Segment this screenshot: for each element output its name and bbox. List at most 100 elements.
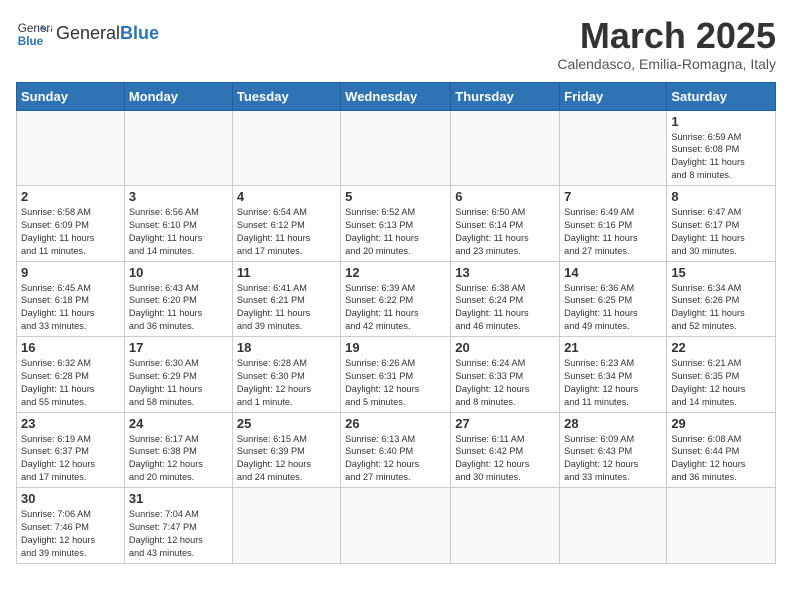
day-info: Sunrise: 6:43 AM Sunset: 6:20 PM Dayligh… xyxy=(129,282,228,334)
day-number: 9 xyxy=(21,265,120,280)
calendar-cell xyxy=(232,488,340,564)
day-info: Sunrise: 6:49 AM Sunset: 6:16 PM Dayligh… xyxy=(564,206,662,258)
calendar-cell: 8 Sunrise: 6:47 AM Sunset: 6:17 PM Daylig… xyxy=(667,186,776,262)
calendar-cell: 16 Sunrise: 6:32 AM Sunset: 6:28 PM Dayli… xyxy=(17,337,125,413)
day-info: Sunrise: 6:56 AM Sunset: 6:10 PM Dayligh… xyxy=(129,206,228,258)
calendar-cell: 28Sunrise: 6:09 AM Sunset: 6:43 PM Dayli… xyxy=(560,412,667,488)
day-info: Sunrise: 6:58 AM Sunset: 6:09 PM Dayligh… xyxy=(21,206,120,258)
day-info: Sunrise: 6:34 AM Sunset: 6:26 PM Dayligh… xyxy=(671,282,771,334)
day-info: Sunrise: 6:13 AM Sunset: 6:40 PM Dayligh… xyxy=(345,433,446,485)
weekday-header-wednesday: Wednesday xyxy=(341,82,451,110)
day-number: 16 xyxy=(21,340,120,355)
calendar-cell: 11 Sunrise: 6:41 AM Sunset: 6:21 PM Dayli… xyxy=(232,261,340,337)
calendar-cell: 3 Sunrise: 6:56 AM Sunset: 6:10 PM Daylig… xyxy=(124,186,232,262)
day-info: Sunrise: 6:15 AM Sunset: 6:39 PM Dayligh… xyxy=(237,433,336,485)
day-number: 17 xyxy=(129,340,228,355)
calendar-cell: 17 Sunrise: 6:30 AM Sunset: 6:29 PM Dayli… xyxy=(124,337,232,413)
day-info: Sunrise: 6:19 AM Sunset: 6:37 PM Dayligh… xyxy=(21,433,120,485)
calendar-cell: 26 Sunrise: 6:13 AM Sunset: 6:40 PM Dayli… xyxy=(341,412,451,488)
weekday-header-thursday: Thursday xyxy=(451,82,560,110)
calendar-week-row: 30Sunrise: 7:06 AM Sunset: 7:46 PM Dayli… xyxy=(17,488,776,564)
calendar-week-row: 9 Sunrise: 6:45 AM Sunset: 6:18 PM Daylig… xyxy=(17,261,776,337)
subtitle: Calendasco, Emilia-Romagna, Italy xyxy=(557,56,776,72)
day-info: Sunrise: 6:41 AM Sunset: 6:21 PM Dayligh… xyxy=(237,282,336,334)
day-number: 29 xyxy=(671,416,771,431)
day-info: Sunrise: 6:52 AM Sunset: 6:13 PM Dayligh… xyxy=(345,206,446,258)
day-number: 23 xyxy=(21,416,120,431)
calendar-cell: 4Sunrise: 6:54 AM Sunset: 6:12 PM Daylig… xyxy=(232,186,340,262)
calendar-cell: 14Sunrise: 6:36 AM Sunset: 6:25 PM Dayli… xyxy=(560,261,667,337)
day-number: 2 xyxy=(21,189,120,204)
weekday-header-saturday: Saturday xyxy=(667,82,776,110)
calendar-cell: 22 Sunrise: 6:21 AM Sunset: 6:35 PM Dayli… xyxy=(667,337,776,413)
day-number: 8 xyxy=(671,189,771,204)
day-number: 6 xyxy=(455,189,555,204)
day-number: 20 xyxy=(455,340,555,355)
calendar-week-row: 2 Sunrise: 6:58 AM Sunset: 6:09 PM Daylig… xyxy=(17,186,776,262)
weekday-header-sunday: Sunday xyxy=(17,82,125,110)
day-number: 14 xyxy=(564,265,662,280)
day-number: 10 xyxy=(129,265,228,280)
calendar-week-row: 23 Sunrise: 6:19 AM Sunset: 6:37 PM Dayli… xyxy=(17,412,776,488)
day-info: Sunrise: 6:21 AM Sunset: 6:35 PM Dayligh… xyxy=(671,357,771,409)
day-info: Sunrise: 6:24 AM Sunset: 6:33 PM Dayligh… xyxy=(455,357,555,409)
calendar-cell: 5Sunrise: 6:52 AM Sunset: 6:13 PM Daylig… xyxy=(341,186,451,262)
day-info: Sunrise: 6:30 AM Sunset: 6:29 PM Dayligh… xyxy=(129,357,228,409)
day-number: 25 xyxy=(237,416,336,431)
day-info: Sunrise: 6:47 AM Sunset: 6:17 PM Dayligh… xyxy=(671,206,771,258)
calendar-cell: 21Sunrise: 6:23 AM Sunset: 6:34 PM Dayli… xyxy=(560,337,667,413)
calendar-cell xyxy=(341,488,451,564)
weekday-header-row: SundayMondayTuesdayWednesdayThursdayFrid… xyxy=(17,82,776,110)
day-number: 22 xyxy=(671,340,771,355)
day-number: 11 xyxy=(237,265,336,280)
calendar-cell: 18 Sunrise: 6:28 AM Sunset: 6:30 PM Dayli… xyxy=(232,337,340,413)
calendar-cell xyxy=(232,110,340,186)
calendar-cell: 30Sunrise: 7:06 AM Sunset: 7:46 PM Dayli… xyxy=(17,488,125,564)
logo-icon: General Blue xyxy=(16,16,52,52)
calendar-cell: 24 Sunrise: 6:17 AM Sunset: 6:38 PM Dayli… xyxy=(124,412,232,488)
day-info: Sunrise: 6:08 AM Sunset: 6:44 PM Dayligh… xyxy=(671,433,771,485)
day-info: Sunrise: 6:39 AM Sunset: 6:22 PM Dayligh… xyxy=(345,282,446,334)
calendar-cell xyxy=(560,110,667,186)
calendar-cell: 31 Sunrise: 7:04 AM Sunset: 7:47 PM Dayli… xyxy=(124,488,232,564)
calendar-week-row: 1Sunrise: 6:59 AM Sunset: 6:08 PM Daylig… xyxy=(17,110,776,186)
calendar-cell: 2 Sunrise: 6:58 AM Sunset: 6:09 PM Daylig… xyxy=(17,186,125,262)
calendar-cell: 29 Sunrise: 6:08 AM Sunset: 6:44 PM Dayli… xyxy=(667,412,776,488)
calendar-cell: 23 Sunrise: 6:19 AM Sunset: 6:37 PM Dayli… xyxy=(17,412,125,488)
day-info: Sunrise: 6:38 AM Sunset: 6:24 PM Dayligh… xyxy=(455,282,555,334)
calendar-cell: 27Sunrise: 6:11 AM Sunset: 6:42 PM Dayli… xyxy=(451,412,560,488)
day-number: 15 xyxy=(671,265,771,280)
calendar-cell: 20 Sunrise: 6:24 AM Sunset: 6:33 PM Dayli… xyxy=(451,337,560,413)
day-number: 28 xyxy=(564,416,662,431)
calendar-cell: 19Sunrise: 6:26 AM Sunset: 6:31 PM Dayli… xyxy=(341,337,451,413)
day-info: Sunrise: 6:45 AM Sunset: 6:18 PM Dayligh… xyxy=(21,282,120,334)
calendar-cell: 15 Sunrise: 6:34 AM Sunset: 6:26 PM Dayli… xyxy=(667,261,776,337)
header: General Blue GeneralBlue March 2025 Cale… xyxy=(16,16,776,72)
svg-text:Blue: Blue xyxy=(18,35,44,48)
day-info: Sunrise: 6:32 AM Sunset: 6:28 PM Dayligh… xyxy=(21,357,120,409)
day-number: 4 xyxy=(237,189,336,204)
day-number: 31 xyxy=(129,491,228,506)
day-info: Sunrise: 6:59 AM Sunset: 6:08 PM Dayligh… xyxy=(671,131,771,183)
calendar-cell xyxy=(341,110,451,186)
calendar-cell xyxy=(667,488,776,564)
calendar-cell: 9 Sunrise: 6:45 AM Sunset: 6:18 PM Daylig… xyxy=(17,261,125,337)
day-info: Sunrise: 7:04 AM Sunset: 7:47 PM Dayligh… xyxy=(129,508,228,560)
calendar-cell: 25 Sunrise: 6:15 AM Sunset: 6:39 PM Dayli… xyxy=(232,412,340,488)
calendar-cell: 12Sunrise: 6:39 AM Sunset: 6:22 PM Dayli… xyxy=(341,261,451,337)
calendar-cell xyxy=(451,110,560,186)
day-number: 19 xyxy=(345,340,446,355)
calendar-cell xyxy=(17,110,125,186)
day-info: Sunrise: 7:06 AM Sunset: 7:46 PM Dayligh… xyxy=(21,508,120,560)
weekday-header-friday: Friday xyxy=(560,82,667,110)
day-number: 18 xyxy=(237,340,336,355)
day-info: Sunrise: 6:28 AM Sunset: 6:30 PM Dayligh… xyxy=(237,357,336,409)
day-info: Sunrise: 6:17 AM Sunset: 6:38 PM Dayligh… xyxy=(129,433,228,485)
day-number: 26 xyxy=(345,416,446,431)
day-number: 21 xyxy=(564,340,662,355)
day-number: 24 xyxy=(129,416,228,431)
calendar-cell: 6Sunrise: 6:50 AM Sunset: 6:14 PM Daylig… xyxy=(451,186,560,262)
calendar: SundayMondayTuesdayWednesdayThursdayFrid… xyxy=(16,82,776,564)
calendar-cell xyxy=(124,110,232,186)
day-number: 3 xyxy=(129,189,228,204)
